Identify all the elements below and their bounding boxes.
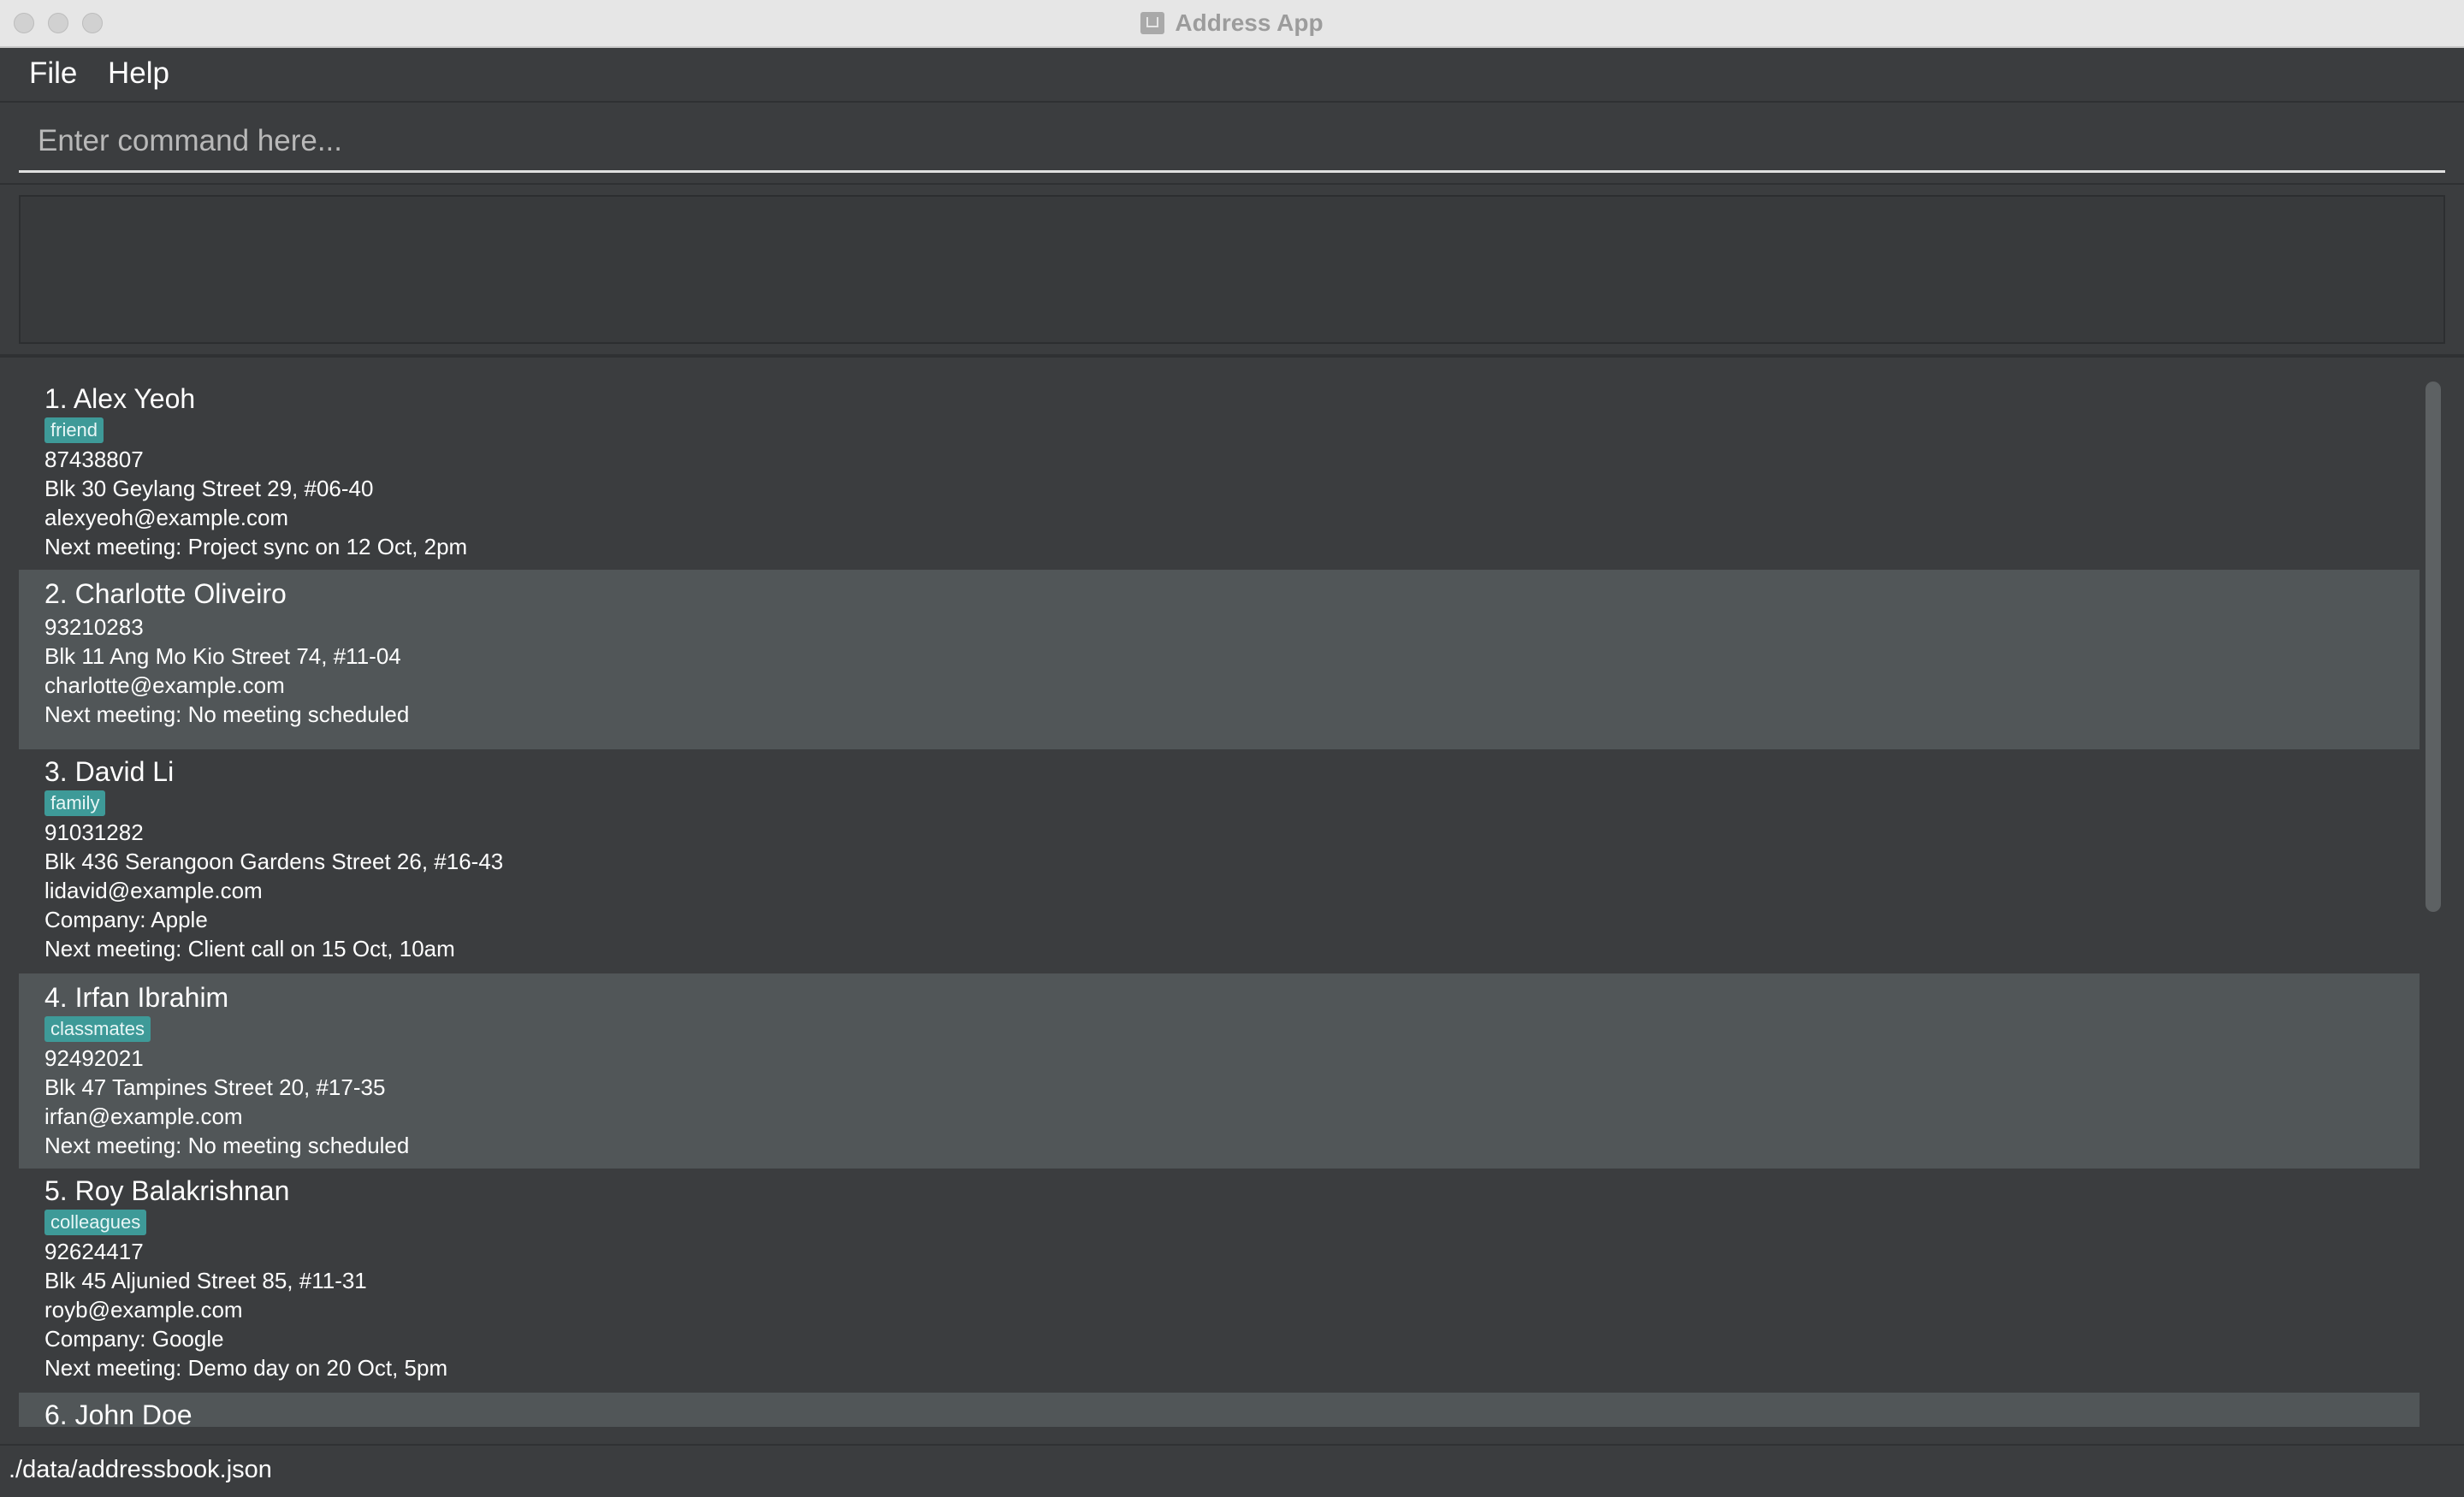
window-title-group: Address App [0,0,2464,46]
app-window: Address App File Help 1. Alex Yeoh frien… [0,0,2464,1497]
person-email: royb@example.com [44,1297,243,1322]
divider [0,183,2464,185]
person-tag: classmates [44,1016,151,1042]
person-card[interactable]: 2. Charlotte Oliveiro 93210283 Blk 11 An… [19,570,2420,749]
person-tag: friend [44,417,104,443]
person-card[interactable]: 1. Alex Yeoh friend 87438807 Blk 30 Geyl… [19,375,2420,570]
menu-file[interactable]: File [29,56,77,91]
person-meeting: Next meeting: Demo day on 20 Oct, 5pm [44,1355,448,1381]
person-card[interactable]: 5. Roy Balakrishnan colleagues 92624417 … [19,1169,2420,1393]
command-input[interactable] [19,111,2445,173]
window-title: Address App [1175,9,1324,36]
person-name: 6. John Doe [44,1399,192,1427]
person-tag: colleagues [44,1210,147,1235]
person-phone: 93210283 [44,614,144,640]
person-address: Blk 30 Geylang Street 29, #06-40 [44,476,374,501]
result-display[interactable] [19,195,2445,344]
person-phone: 91031282 [44,820,144,845]
person-address: Blk 11 Ang Mo Kio Street 74, #11-04 [44,643,401,669]
person-card[interactable]: 4. Irfan Ibrahim classmates 92492021 Blk… [19,973,2420,1169]
person-phone: 92624417 [44,1239,144,1264]
person-meeting: Next meeting: No meeting scheduled [44,1133,410,1158]
person-address: Blk 436 Serangoon Gardens Street 26, #16… [44,849,504,874]
person-name: 5. Roy Balakrishnan [44,1175,290,1206]
app-icon [1140,12,1165,34]
person-card[interactable]: 6. John Doe [19,1393,2420,1427]
person-name: 3. David Li [44,756,175,787]
person-name: 1. Alex Yeoh [44,383,196,414]
person-phone: 87438807 [44,447,144,472]
person-meeting: Next meeting: No meeting scheduled [44,701,410,727]
person-email: alexyeoh@example.com [44,505,289,530]
person-company: Company: Google [44,1326,224,1352]
person-company: Company: Apple [44,907,208,932]
title-bar[interactable]: Address App [0,0,2464,48]
person-meeting: Next meeting: Client call on 15 Oct, 10a… [44,936,455,962]
person-meeting: Next meeting: Project sync on 12 Oct, 2p… [44,534,468,559]
save-location-text: ./data/addressbook.json [9,1456,272,1483]
status-bar: ./data/addressbook.json [0,1446,2464,1497]
person-email: irfan@example.com [44,1104,243,1129]
person-list[interactable]: 1. Alex Yeoh friend 87438807 Blk 30 Geyl… [19,375,2420,1427]
person-phone: 92492021 [44,1045,144,1071]
divider [0,354,2464,358]
scrollbar-thumb[interactable] [2426,382,2441,912]
person-name: 4. Irfan Ibrahim [44,982,229,1013]
person-card[interactable]: 3. David Li family 91031282 Blk 436 Sera… [19,749,2420,973]
menu-help[interactable]: Help [108,56,169,91]
person-name: 2. Charlotte Oliveiro [44,578,287,609]
person-address: Blk 45 Aljunied Street 85, #11-31 [44,1268,367,1293]
menu-bar: File Help [0,48,2464,103]
person-email: charlotte@example.com [44,672,285,698]
person-address: Blk 47 Tampines Street 20, #17-35 [44,1074,386,1100]
person-tag: family [44,790,106,816]
person-email: lidavid@example.com [44,878,263,903]
